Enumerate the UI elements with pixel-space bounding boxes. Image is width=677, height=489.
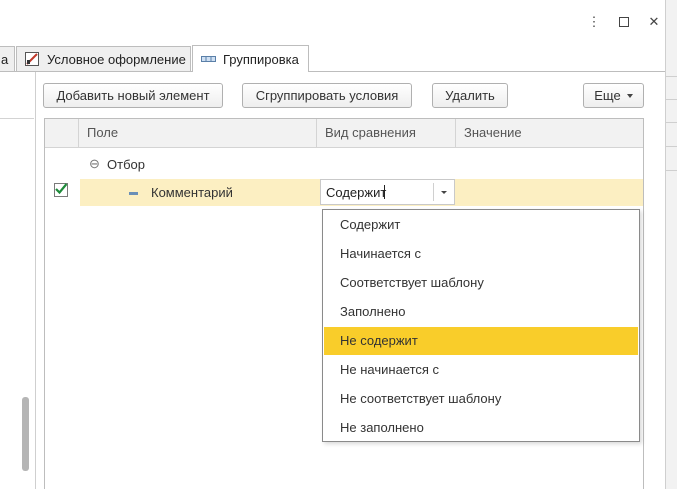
dropdown-arrow-icon[interactable] [441,191,447,194]
grouping-icon [201,54,217,64]
comparison-value: Содержит [326,185,387,200]
close-icon[interactable]: ✕ [640,8,668,36]
dropdown-option[interactable]: Не соответствует шаблону [324,385,638,413]
left-pane-scrollbar[interactable] [22,397,29,471]
conditional-format-icon [25,52,41,66]
row-field-name[interactable]: Комментарий [151,185,233,200]
tab-previous[interactable]: а [0,46,15,71]
maximize-icon[interactable] [610,8,638,36]
dropdown-option[interactable]: Содержит [324,211,638,239]
left-pane-header-line [0,118,34,119]
more-label: Еще [594,88,621,103]
dropdown-option[interactable]: Начинается с [324,240,638,268]
select-separator [433,183,434,201]
collapse-icon[interactable]: ⊖ [89,156,100,172]
grid-header: Поле Вид сравнения Значение [45,119,643,148]
dropdown-option[interactable]: Не заполнено [324,414,638,442]
right-edge-panel [665,0,677,489]
column-header-value[interactable]: Значение [464,119,522,147]
left-pane [0,72,36,489]
group-conditions-label: Сгруппировать условия [255,88,399,103]
comparison-select[interactable]: Содержит [320,179,455,205]
tab-grouping[interactable]: Группировка [192,45,309,72]
field-type-icon [129,192,138,195]
delete-label: Удалить [445,88,495,103]
text-cursor [384,185,385,199]
chevron-down-icon [626,93,633,98]
tab-conditional-format[interactable]: Условное оформление [16,46,191,71]
column-header-comparison[interactable]: Вид сравнения [325,119,416,147]
column-header-field[interactable]: Поле [87,119,118,147]
active-tab-gap [193,71,308,72]
header-separator [78,119,79,147]
add-element-label: Добавить новый элемент [56,88,210,103]
tab-label: а [1,51,9,67]
dropdown-option-highlighted[interactable]: Не содержит [324,327,638,355]
more-button[interactable]: Еще [583,83,644,108]
dropdown-option[interactable]: Заполнено [324,298,638,326]
tab-label: Группировка [223,51,299,67]
dropdown-option[interactable]: Не начинается с [324,356,638,384]
group-conditions-button[interactable]: Сгруппировать условия [242,83,412,108]
add-element-button[interactable]: Добавить новый элемент [43,83,223,108]
group-row-label[interactable]: Отбор [107,157,145,172]
header-separator [316,119,317,147]
header-separator [455,119,456,147]
tabs-divider [0,71,665,72]
tab-label: Условное оформление [47,51,186,67]
row-checkbox[interactable] [54,183,68,197]
dropdown-option[interactable]: Соответствует шаблону [324,269,638,297]
delete-button[interactable]: Удалить [432,83,508,108]
comparison-dropdown-list: Содержит Начинается с Соответствует шабл… [322,209,640,442]
more-options-icon[interactable]: ⋮ [580,8,608,36]
checkmark-icon [55,183,68,195]
